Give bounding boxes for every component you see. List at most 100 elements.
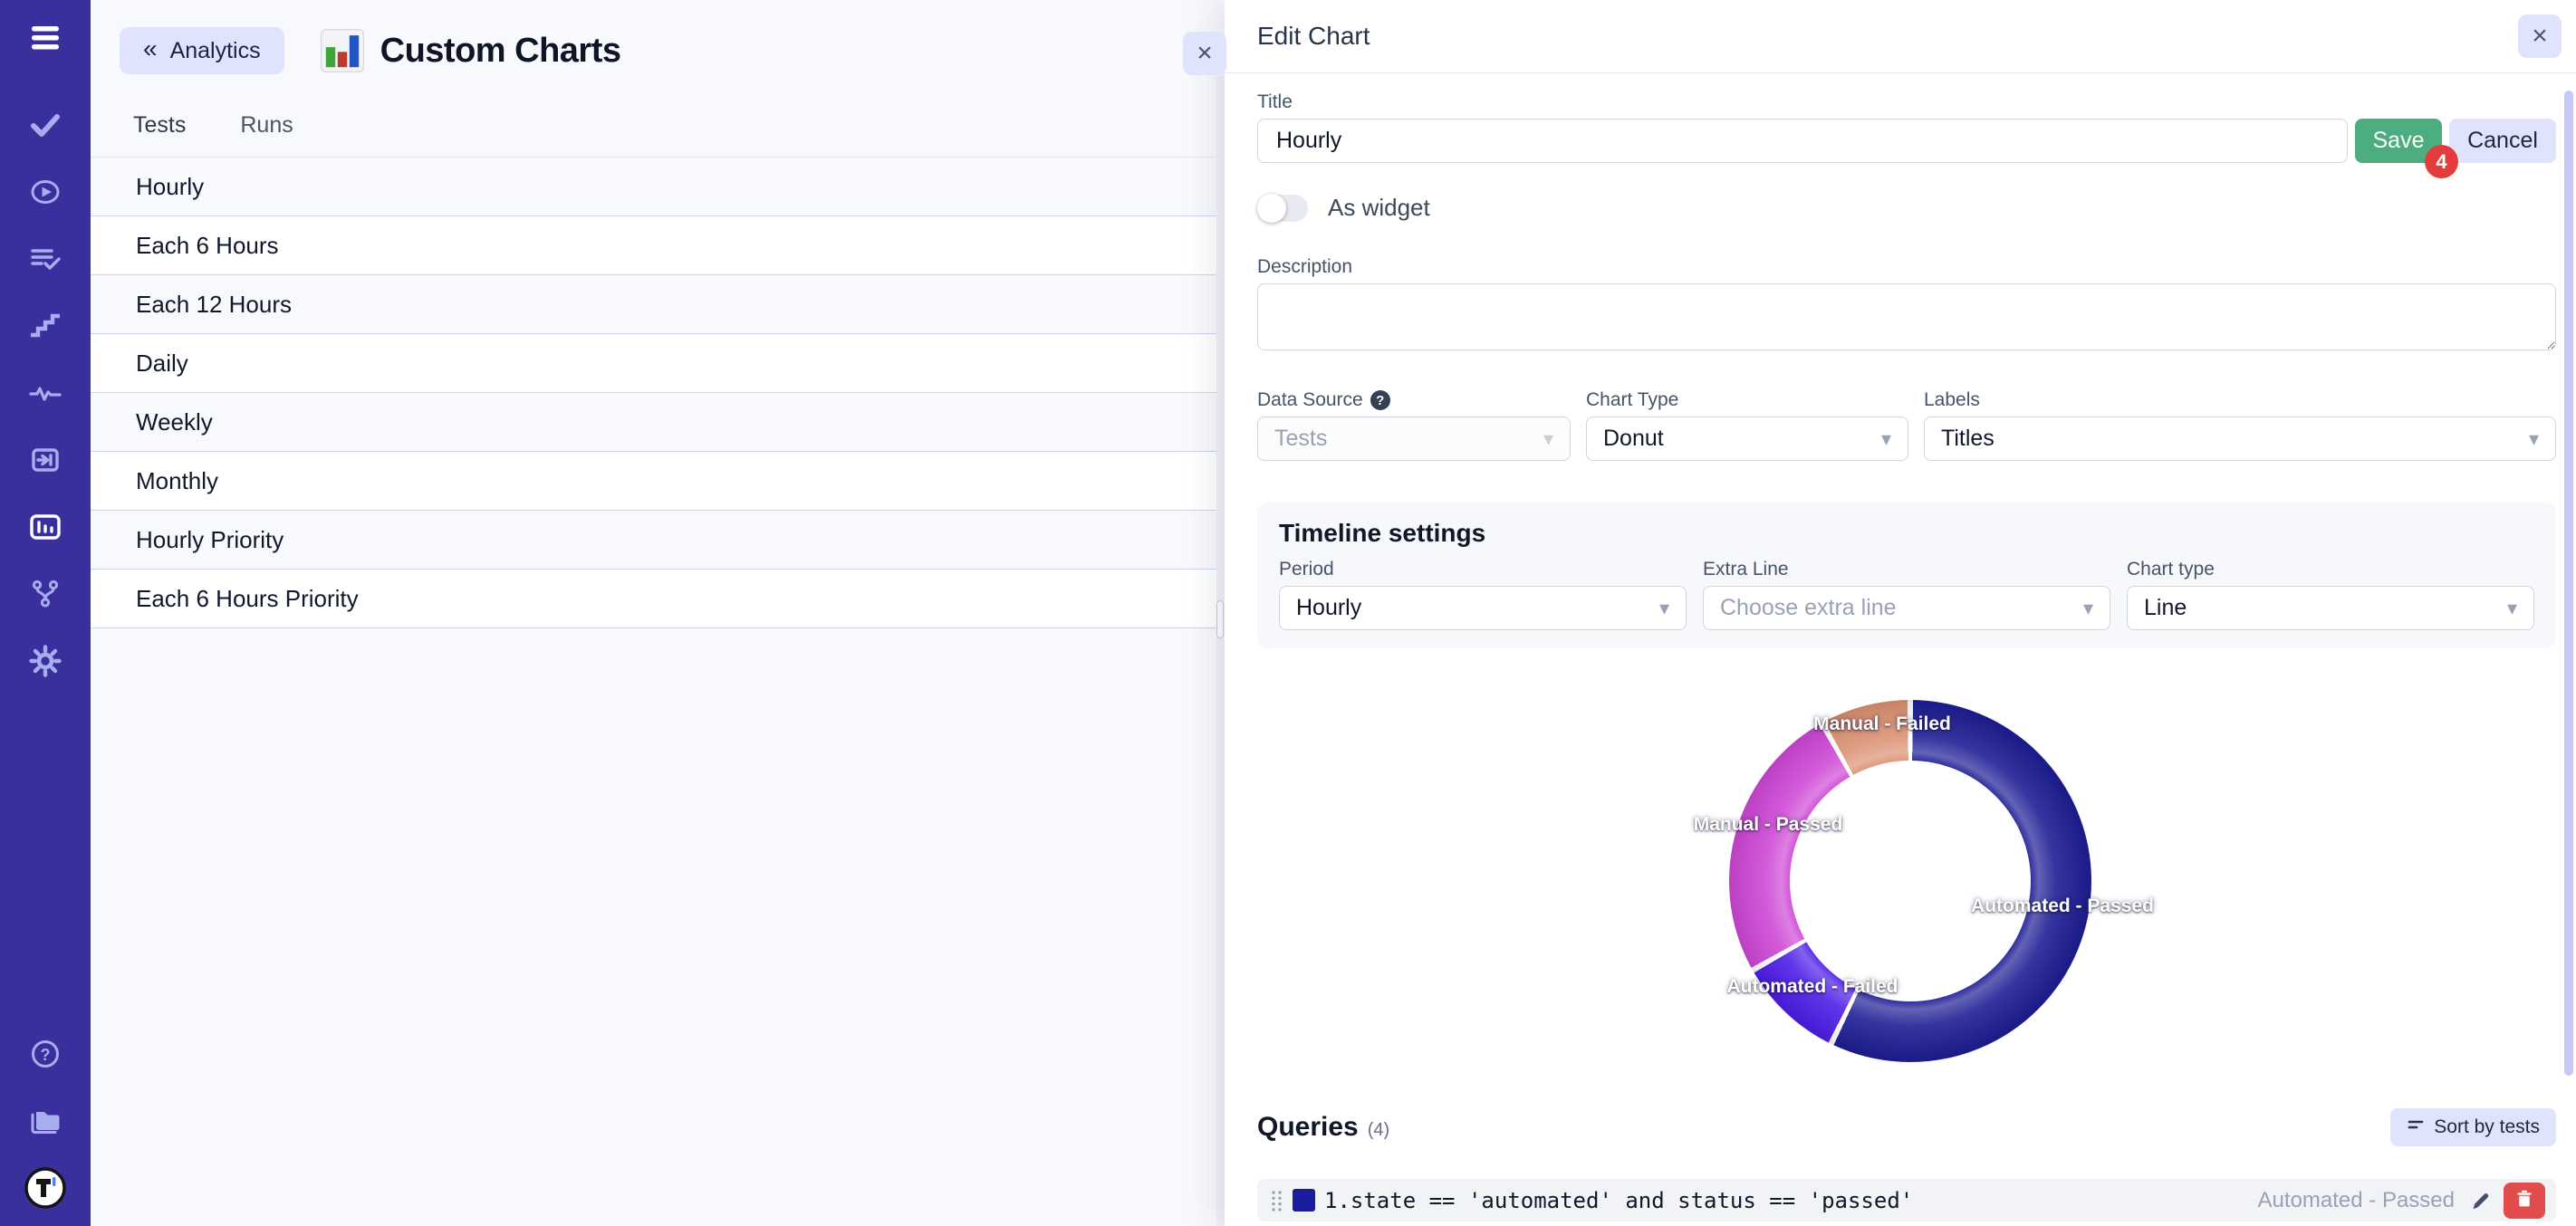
extra-line-label: Extra Line [1703,559,1789,580]
timeline-chart-type-select[interactable]: Line ▾ [2127,586,2534,630]
labels-group: Labels Titles ▾ [1924,389,2556,461]
drawer-body: Title Save 4 Cancel As widget Descriptio… [1225,73,2576,1226]
data-source-label: Data Source [1257,389,1363,411]
query-color-swatch [1293,1189,1315,1212]
help-button[interactable]: ? [20,1029,71,1079]
list-scrollbar[interactable] [1216,600,1224,638]
chevron-down-icon: ▾ [2083,597,2093,620]
list-item-hourly-priority[interactable]: Hourly Priority [91,511,1225,570]
tab-runs[interactable]: Runs [240,112,293,157]
import-icon [27,442,63,478]
query-code: 1.state == 'automated' and status == 'pa… [1324,1188,1913,1213]
extra-line-placeholder: Choose extra line [1720,595,1897,621]
list-check-icon [27,241,63,277]
as-widget-toggle[interactable] [1257,195,1308,222]
timeline-settings-heading: Timeline settings [1279,519,2534,548]
timeline-settings-panel: Timeline settings Period Hourly ▾ Extra … [1257,503,2556,648]
drawer-close-button[interactable]: × [2518,14,2562,58]
data-source-help-icon[interactable]: ? [1370,390,1390,410]
edit-pencil-icon[interactable] [2469,1190,2491,1212]
sidebar-item-tests[interactable] [20,100,71,150]
hamburger-icon [25,20,65,56]
data-source-group: Data Source ? Tests ▾ [1257,389,1571,461]
list-item-weekly[interactable]: Weekly [91,393,1225,452]
check-icon [27,107,63,143]
list-item-each-6-hours[interactable]: Each 6 Hours [91,216,1225,275]
close-icon: × [2532,21,2548,52]
list-item-daily[interactable]: Daily [91,334,1225,393]
list-item-monthly[interactable]: Monthly [91,452,1225,511]
sidebar-bottom: ? [20,1029,71,1213]
sidebar-item-branches[interactable] [20,569,71,619]
gear-icon [27,643,63,679]
svg-text:?: ? [41,1046,51,1064]
sort-lines-icon [2407,1116,2425,1138]
query-series-label: Automated - Passed [2258,1188,2455,1213]
sidebar-item-milestones[interactable] [20,301,71,351]
back-button-label: Analytics [170,38,261,64]
sort-button-label: Sort by tests [2434,1116,2540,1138]
as-widget-label: As widget [1328,194,1430,222]
description-textarea[interactable] [1257,283,2556,350]
labels-select[interactable]: Titles ▾ [1924,417,2556,461]
sidebar-item-runs[interactable] [20,167,71,217]
as-widget-row: As widget [1257,194,2556,222]
menu-button[interactable] [20,13,71,63]
drag-handle-icon[interactable] [1270,1188,1283,1213]
timeline-chart-type-group: Chart type Line ▾ [2127,559,2534,630]
extra-line-group: Extra Line Choose extra line ▾ [1703,559,2110,630]
period-group: Period Hourly ▾ [1279,559,1687,630]
drawer-collapse-button[interactable]: × [1183,32,1226,75]
drawer-scrollbar[interactable] [2564,91,2573,1076]
help-circle-icon: ? [27,1036,63,1072]
queries-heading: Queries [1257,1112,1359,1143]
play-circle-icon [27,174,63,210]
app-logo[interactable] [20,1163,71,1213]
sidebar-item-plans[interactable] [20,234,71,284]
app-screen: ? « Analytics Custom Charts Tests Runs H… [0,0,2576,1226]
bar-chart-icon [27,509,63,545]
list-item-each-6-hours-priority[interactable]: Each 6 Hours Priority [91,570,1225,628]
chart-type-group: Chart Type Donut ▾ [1586,389,1908,461]
period-select[interactable]: Hourly ▾ [1279,586,1687,630]
analytics-back-button[interactable]: « Analytics [120,27,284,74]
period-value: Hourly [1296,595,1361,621]
timeline-chart-type-label: Chart type [2127,559,2215,580]
sidebar-item-insights[interactable] [20,368,71,418]
projects-button[interactable] [20,1096,71,1146]
slice-label: Automated - Passed [1971,896,2154,917]
sidebar-item-settings[interactable] [20,636,71,686]
sidebar-item-import[interactable] [20,435,71,485]
edit-chart-drawer: Edit Chart × Title Save 4 Cancel As widg… [1225,0,2576,1226]
delete-query-button[interactable] [2504,1183,2545,1219]
chevron-down-icon: ▾ [2507,597,2517,620]
list-item-each-12-hours[interactable]: Each 12 Hours [91,275,1225,334]
chart-type-select[interactable]: Donut ▾ [1586,417,1908,461]
list-item-hourly[interactable]: Hourly [91,158,1225,216]
charts-panel-header: « Analytics Custom Charts [91,0,1225,74]
toggle-knob [1257,194,1286,223]
tab-tests[interactable]: Tests [133,112,186,157]
cancel-button-label: Cancel [2467,128,2538,153]
extra-line-select[interactable]: Choose extra line ▾ [1703,586,2110,630]
list-scroll-track [1216,76,1225,1226]
charts-tabs: Tests Runs [91,74,1225,157]
chart-config-row: Data Source ? Tests ▾ Chart Type Donut ▾ [1257,389,2556,461]
sidebar-item-analytics[interactable] [20,502,71,552]
queries-header: Queries (4) Sort by tests [1257,1108,2556,1146]
drawer-title: Edit Chart [1257,22,1370,51]
save-button[interactable]: Save 4 [2355,119,2442,163]
title-input[interactable] [1257,119,2348,163]
timeline-settings-row: Period Hourly ▾ Extra Line Choose extra … [1279,559,2534,630]
query-row: 1.state == 'automated' and status == 'pa… [1257,1179,2556,1221]
donut-hole [1790,761,2031,1001]
chevron-down-icon: ▾ [1881,427,1891,451]
slice-label: Manual - Failed [1813,714,1951,735]
sort-by-tests-button[interactable]: Sort by tests [2390,1108,2556,1146]
data-source-label-row: Data Source ? [1257,389,1571,411]
timeline-chart-type-value: Line [2144,595,2187,621]
sidebar-nav [20,100,71,686]
cancel-button[interactable]: Cancel [2449,119,2556,163]
logo-icon [24,1166,67,1210]
data-source-select[interactable]: Tests ▾ [1257,417,1571,461]
